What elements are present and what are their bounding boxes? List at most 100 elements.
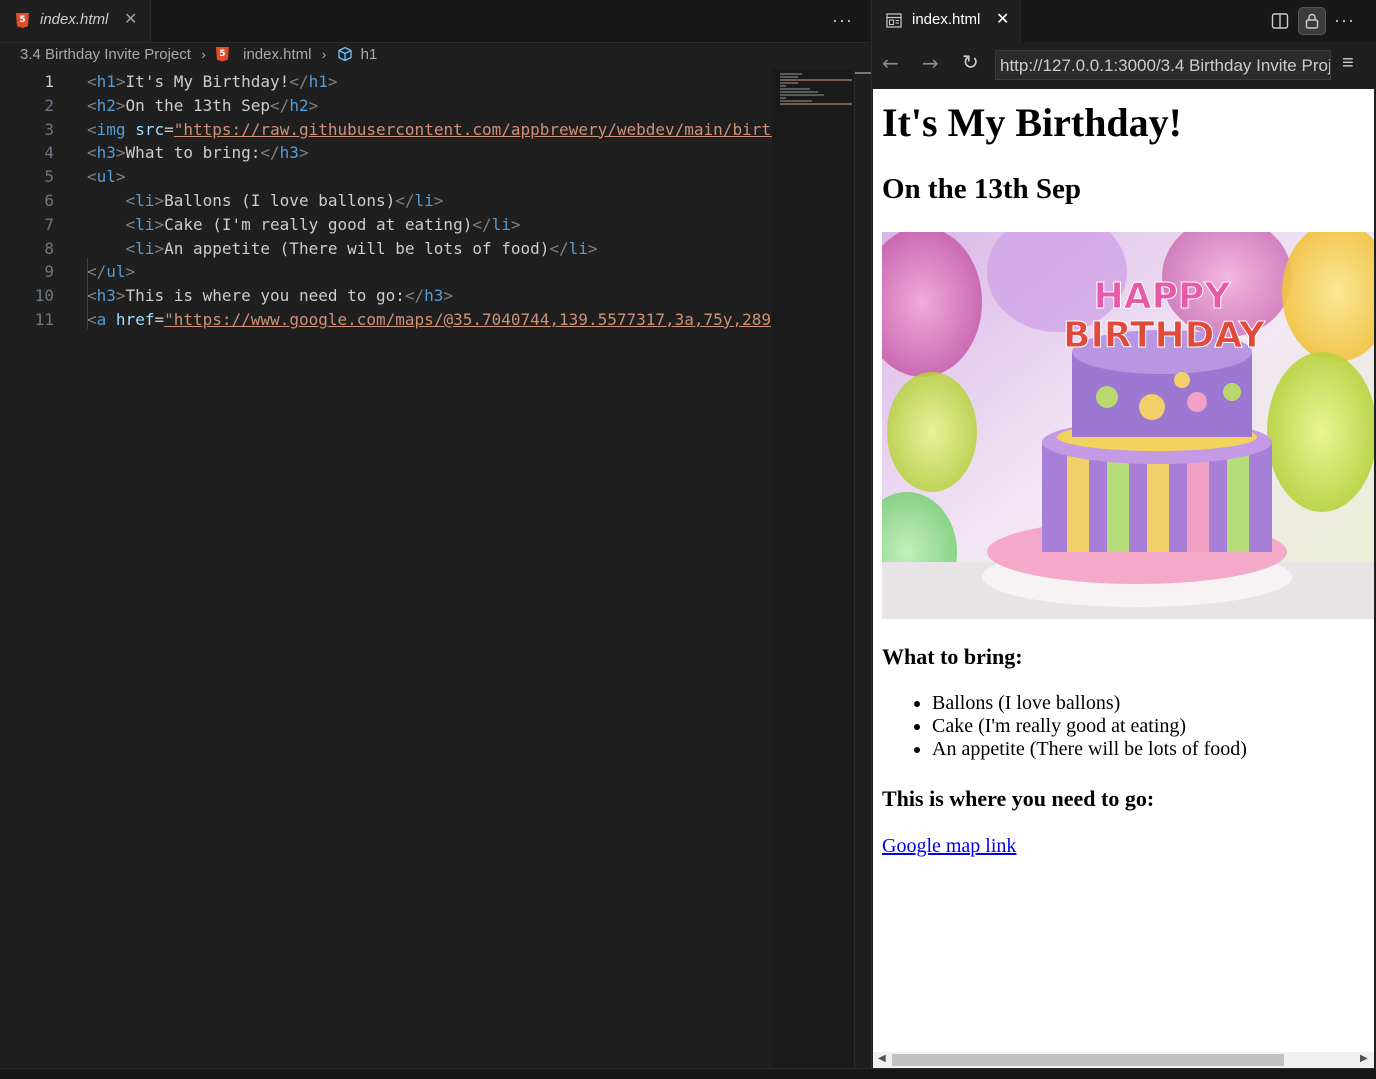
breadcrumb-folder[interactable]: 3.4 Birthday Invite Project — [20, 46, 191, 63]
html5-icon: 5 — [215, 46, 229, 62]
code-line[interactable]: 1 <h1>It's My Birthday!</h1> — [0, 70, 772, 94]
code-token: h3 — [279, 143, 299, 163]
code-token: ul — [96, 167, 116, 187]
code-token: = — [164, 119, 174, 139]
code-text: <h1>It's My Birthday!</h1> — [87, 70, 337, 94]
code-token: What to bring: — [125, 143, 261, 163]
close-icon[interactable]: ✕ — [124, 9, 137, 29]
minimap[interactable] — [772, 70, 854, 1068]
lock-icon[interactable] — [1298, 7, 1326, 35]
code-line[interactable]: 4 <h3>What to bring:</h3> — [0, 141, 772, 165]
scroll-right-icon[interactable]: ▶ — [1360, 1053, 1368, 1064]
google-map-link[interactable]: Google map link — [882, 835, 1016, 858]
breadcrumb: 3.4 Birthday Invite Project › 5 index.ht… — [20, 45, 377, 67]
code-token: li — [135, 214, 155, 234]
code-token: h3 — [96, 143, 116, 163]
list-item: Cake (I'm really good at eating) — [932, 715, 1247, 738]
code-area[interactable]: 1 <h1>It's My Birthday!</h1> 2 <h2>On the 1… — [0, 70, 772, 1068]
chevron-right-icon: › — [321, 46, 327, 63]
editor-tab-index-html[interactable]: 5 index.html ✕ — [0, 0, 151, 42]
code-token: li — [491, 214, 511, 234]
line-number: 7 — [44, 214, 54, 234]
code-token: > — [154, 191, 165, 210]
code-token: h1 — [308, 72, 328, 91]
code-token: > — [125, 262, 136, 282]
preview-pane: index.html ✕ ··· ← → ↻ http://127.0.0.1:… — [871, 0, 1376, 1068]
code-token: > — [115, 143, 126, 163]
split-editor-icon[interactable] — [1267, 8, 1293, 34]
code-token: > — [298, 143, 309, 163]
code-token: </ — [549, 238, 569, 258]
bring-heading: What to bring: — [882, 644, 1023, 669]
bring-list: Ballons (I love ballons) Cake (I'm reall… — [882, 692, 1247, 761]
more-actions-icon[interactable]: ··· — [1334, 10, 1355, 31]
symbol-cube-icon — [337, 46, 352, 62]
back-arrow-icon[interactable]: ← — [882, 51, 899, 75]
close-icon[interactable]: ✕ — [996, 9, 1009, 29]
code-line[interactable]: 3 <img src="https://raw.githubusercontent… — [0, 118, 772, 142]
code-token: ul — [106, 262, 126, 282]
preview-tab-label: index.html — [912, 11, 981, 28]
code-token: This is where you need to go: — [125, 286, 405, 306]
reload-icon[interactable]: ↻ — [962, 50, 979, 74]
code-line[interactable]: 5 <ul> — [0, 165, 772, 189]
code-line[interactable]: 10 <h3>This is where you need to go:</h3> — [0, 284, 772, 308]
code-line[interactable]: 7 <li>Cake (I'm really good at eating)</… — [0, 213, 772, 237]
code-token: h2 — [289, 95, 309, 115]
code-token: </ — [260, 143, 280, 163]
code-token: > — [510, 214, 521, 234]
code-token: li — [568, 238, 588, 258]
cake-topper-happy: HAPPY — [1094, 276, 1232, 317]
breadcrumb-symbol[interactable]: h1 — [361, 46, 378, 63]
line-number: 4 — [44, 143, 54, 163]
code-text: <li>Ballons (I love ballons)</li> — [87, 189, 444, 213]
scroll-position-mark — [855, 72, 871, 74]
code-token: </ — [87, 262, 107, 282]
scrollbar-thumb[interactable] — [892, 1054, 1284, 1066]
code-token: </ — [395, 191, 415, 210]
code-line[interactable]: 11 <a href="https://www.google.com/maps/@… — [0, 308, 772, 332]
code-token: li — [135, 238, 155, 258]
code-token: Cake (I'm really good at eating) — [164, 214, 473, 234]
forward-arrow-icon[interactable]: → — [922, 51, 939, 75]
code-line[interactable]: 2 <h2>On the 13th Sep</h2> — [0, 94, 772, 118]
url-bar[interactable]: http://127.0.0.1:3000/3.4 Birthday Invit… — [995, 50, 1331, 80]
code-text: <h3>This is where you need to go:</h3> — [87, 284, 453, 308]
code-token: < — [87, 119, 97, 139]
preview-tab-index-html[interactable]: index.html ✕ — [872, 0, 1021, 42]
code-token: > — [115, 167, 126, 187]
code-line[interactable]: 9 </ul> — [0, 260, 772, 284]
code-token: </ — [289, 72, 309, 91]
code-token: < — [87, 72, 97, 91]
code-text: <h2>On the 13th Sep</h2> — [87, 94, 318, 118]
breadcrumb-file[interactable]: index.html — [243, 46, 311, 63]
code-token: > — [154, 238, 165, 258]
code-line[interactable]: 6 <li>Ballons (I love ballons)</li> — [0, 189, 772, 213]
page-subheading: On the 13th Sep — [882, 173, 1082, 205]
code-token: < — [125, 238, 136, 258]
code-text: <h3>What to bring:</h3> — [87, 141, 309, 165]
line-number: 3 — [44, 119, 54, 139]
code-token: > — [587, 238, 598, 258]
code-token: < — [87, 310, 97, 329]
code-token: < — [87, 95, 97, 115]
line-number: 11 — [34, 310, 54, 329]
editor-scrollbar[interactable] — [854, 70, 871, 1068]
preview-tab-bar: index.html ✕ ··· — [872, 0, 1376, 42]
code-token: < — [87, 286, 97, 306]
code-token: li — [135, 191, 155, 210]
more-actions-icon[interactable]: ··· — [832, 10, 853, 31]
code-token: > — [115, 95, 126, 115]
code-text: <img src="https://raw.githubusercontent.… — [87, 118, 772, 142]
preview-horizontal-scrollbar[interactable]: ◀ ▶ — [873, 1052, 1374, 1068]
code-line[interactable]: 8 <li>An appetite (There will be lots of… — [0, 237, 772, 261]
line-number: 8 — [44, 238, 54, 258]
scroll-left-icon[interactable]: ◀ — [878, 1053, 886, 1064]
code-token: href — [115, 310, 155, 329]
birthday-cake-image: HAPPY BIRTHDAY — [882, 232, 1374, 619]
menu-icon[interactable]: ≡ — [1342, 52, 1354, 75]
code-token: < — [125, 191, 136, 210]
code-token: An appetite (There will be lots of food) — [164, 238, 550, 258]
